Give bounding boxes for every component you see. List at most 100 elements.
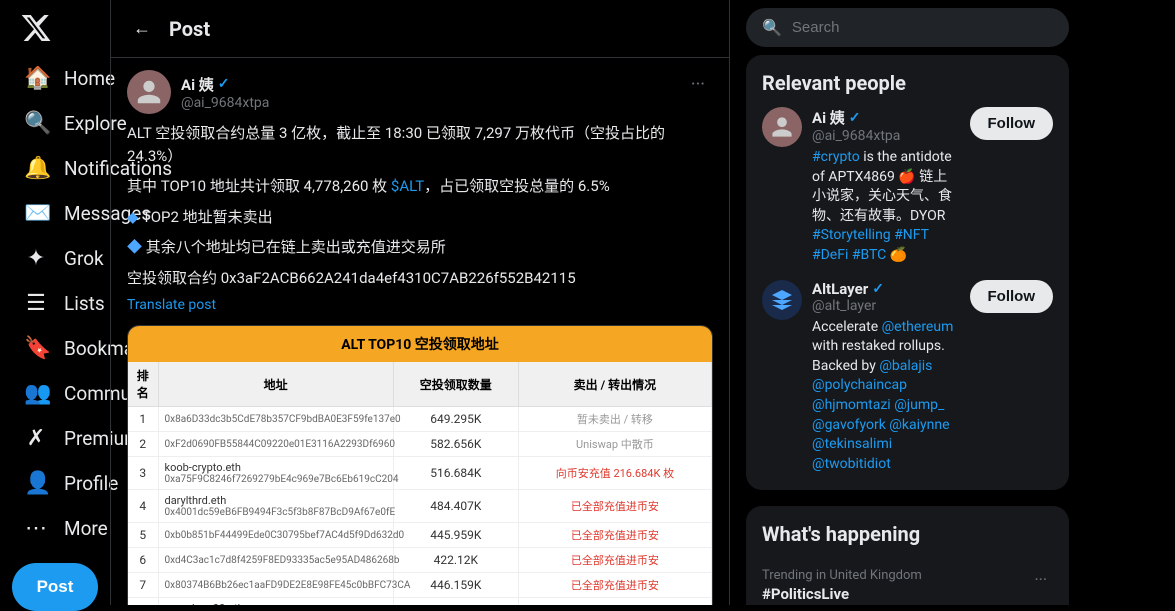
cell-amount: 484.407K <box>393 490 518 523</box>
tweet-more-button[interactable]: ··· <box>683 70 713 99</box>
main-content: ← Post Ai 姨 ✓ @ai_9684xtpa ··· ALT 空 <box>110 0 730 605</box>
table-row: 2 0xF2d0690FB55844C09220e01E3116A2293Df6… <box>128 432 712 457</box>
avatar <box>127 70 171 114</box>
cell-addr: 0xd4C3ac1c7d8f4259F8ED93335ac5e95AD48626… <box>158 548 393 573</box>
search-icon: 🔍 <box>762 18 782 37</box>
follow-button-1[interactable]: Follow <box>970 107 1054 140</box>
table-header-address: 地址 <box>158 362 393 407</box>
lists-label: Lists <box>64 292 105 315</box>
person-name-2: AltLayer ✓ <box>812 280 960 298</box>
sidebar-item-more[interactable]: ⋯ More <box>12 506 98 551</box>
cell-amount: 446.159K <box>393 573 518 598</box>
cell-rank: 3 <box>128 457 158 490</box>
data-table: 排名 地址 空投领取数量 卖出 / 转出情况 1 0x8a6D33dc3b5Cd… <box>128 362 712 605</box>
search-bar: 🔍 <box>746 0 1069 55</box>
verified-badge: ✓ <box>218 76 230 92</box>
tweet-container: Ai 姨 ✓ @ai_9684xtpa ··· ALT 空投领取合约总量 3 亿… <box>111 58 729 605</box>
person-row-1: Ai 姨 ✓ @ai_9684xtpa #crypto is the antid… <box>762 107 1053 266</box>
sidebar-item-grok[interactable]: ✦ Grok <box>12 236 98 281</box>
person-row-2: AltLayer ✓ @alt_layer Accelerate @ethere… <box>762 280 1053 475</box>
table-row: 6 0xd4C3ac1c7d8f4259F8ED93335ac5e95AD486… <box>128 548 712 573</box>
translate-post-link[interactable]: Translate post <box>127 297 713 313</box>
cell-addr: 0xF2d0690FB55844C09220e01E3116A2293Df696… <box>158 432 393 457</box>
home-icon: 🏠 <box>24 66 48 91</box>
sidebar-item-notifications[interactable]: 🔔 Notifications <box>12 146 98 191</box>
cell-addr: 0x8a6D33dc3b5CdE78b357CF9bdBA0E3F59fe137… <box>158 407 393 432</box>
search-input-wrap: 🔍 <box>746 8 1069 47</box>
cell-amount: 422.12K <box>393 548 518 573</box>
back-arrow-icon: ← <box>133 18 151 39</box>
trending-more-icon-1[interactable]: ··· <box>1028 568 1053 591</box>
cell-addr: darylthrd.eth0x4001dc59eB6FB9494F3c5f3b8… <box>158 490 393 523</box>
cell-status: 已全部充值进币安 <box>518 598 711 606</box>
cell-addr: koob-crypto.eth0xa75F9C8246f7269279bE4c9… <box>158 457 393 490</box>
tweet-author-row: Ai 姨 ✓ @ai_9684xtpa ··· <box>127 70 713 114</box>
follow-button-2[interactable]: Follow <box>970 280 1054 313</box>
cell-amount: 516.684K <box>393 457 518 490</box>
search-input[interactable] <box>792 19 1053 36</box>
sidebar-item-profile[interactable]: 👤 Profile <box>12 461 98 506</box>
right-sidebar: 🔍 Relevant people Ai 姨 ✓ @ai_9684xtpa #c… <box>730 0 1085 605</box>
sidebar-item-messages[interactable]: ✉️ Messages <box>12 191 98 236</box>
post-button[interactable]: Post <box>12 563 98 611</box>
left-sidebar: 🏠 Home 🔍 Explore 🔔 Notifications ✉️ Mess… <box>0 0 110 605</box>
sidebar-item-lists[interactable]: ☰ Lists <box>12 281 98 326</box>
cell-addr: 0x80374B6Bb26ec1aaFD9DE2E8E98FE45c0bBFC7… <box>158 573 393 598</box>
author-details: Ai 姨 ✓ @ai_9684xtpa <box>181 74 269 111</box>
table-row: 7 0x80374B6Bb26ec1aaFD9DE2E8E98FE45c0bBF… <box>128 573 712 598</box>
person-info-1: Ai 姨 ✓ @ai_9684xtpa #crypto is the antid… <box>812 107 960 266</box>
post-header: ← Post <box>111 0 729 58</box>
verified-badge-2: ✓ <box>872 281 884 297</box>
back-button[interactable]: ← <box>127 12 157 45</box>
more-label: More <box>64 517 108 540</box>
notifications-icon: 🔔 <box>24 156 48 181</box>
page-title: Post <box>169 17 210 41</box>
table-row: 1 0x8a6D33dc3b5CdE78b357CF9bdBA0E3F59fe1… <box>128 407 712 432</box>
trending-item-1[interactable]: Trending in United Kingdom #PoliticsLive… <box>762 558 1053 605</box>
premium-icon: ✗ <box>24 426 48 451</box>
cell-rank: 4 <box>128 490 158 523</box>
table-header-rank: 排名 <box>128 362 158 407</box>
home-label: Home <box>64 67 115 90</box>
table-header-amount: 空投领取数量 <box>393 362 518 407</box>
trending-info-1: Trending in United Kingdom #PoliticsLive… <box>762 568 922 605</box>
sidebar-item-premium[interactable]: ✗ Premium <box>12 416 98 461</box>
cell-rank: 8 <box>128 598 158 606</box>
whats-happening-title: What's happening <box>762 522 1053 546</box>
author-handle: @ai_9684xtpa <box>181 95 269 111</box>
cell-amount: 418.635K <box>393 598 518 606</box>
sidebar-item-explore[interactable]: 🔍 Explore <box>12 101 98 146</box>
grok-label: Grok <box>64 247 104 270</box>
profile-icon: 👤 <box>24 471 48 496</box>
table-row: 3 koob-crypto.eth0xa75F9C8246f7269279bE4… <box>128 457 712 490</box>
tweet-author-info: Ai 姨 ✓ @ai_9684xtpa <box>127 70 269 114</box>
tweet-body: ALT 空投领取合约总量 3 亿枚，截止至 18:30 已领取 7,297 万枚… <box>127 122 713 289</box>
sidebar-item-bookmarks[interactable]: 🔖 Bookmarks <box>12 326 98 371</box>
tweet-line-3: ◆ TOP2 地址暂未卖出 <box>127 206 713 229</box>
cell-rank: 7 <box>128 573 158 598</box>
tweet-line-1: ALT 空投领取合约总量 3 亿枚，截止至 18:30 已领取 7,297 万枚… <box>127 122 713 167</box>
messages-icon: ✉️ <box>24 201 48 226</box>
alt-link[interactable]: $ALT <box>391 177 424 195</box>
relevant-people-title: Relevant people <box>762 71 1053 95</box>
cell-status: 已全部充值进币安 <box>518 573 711 598</box>
trending-row-1: Trending in United Kingdom #PoliticsLive… <box>762 568 1053 605</box>
x-logo[interactable] <box>20 12 52 48</box>
cell-status: 暂未卖出 / 转移 <box>518 407 711 432</box>
bookmarks-icon: 🔖 <box>24 336 48 361</box>
sidebar-item-communities[interactable]: 👥 Communities <box>12 371 98 416</box>
table-header-status: 卖出 / 转出情况 <box>518 362 711 407</box>
cell-addr: supadope99.eth0x60DB24BE4c9C70C934450C39… <box>158 598 393 606</box>
sidebar-item-home[interactable]: 🏠 Home <box>12 56 98 101</box>
more-icon: ⋯ <box>24 516 48 541</box>
cell-status: 已全部充值进币安 <box>518 490 711 523</box>
cell-status: 向币安充值 216.684K 枚 <box>518 457 711 490</box>
whats-happening-section: What's happening Trending in United King… <box>746 506 1069 605</box>
table-row: 8 supadope99.eth0x60DB24BE4c9C70C934450C… <box>128 598 712 606</box>
person-bio-1: #crypto is the antidote of APTX4869 🍎 链上… <box>812 148 960 266</box>
relevant-people-section: Relevant people Ai 姨 ✓ @ai_9684xtpa #cry… <box>746 55 1069 490</box>
person-handle-1: @ai_9684xtpa <box>812 128 960 144</box>
table-row: 5 0xb0b851bF44499Ede0C30795bef7AC4d5f9Dd… <box>128 523 712 548</box>
grok-icon: ✦ <box>24 246 48 271</box>
cell-status: Uniswap 中散币 <box>518 432 711 457</box>
